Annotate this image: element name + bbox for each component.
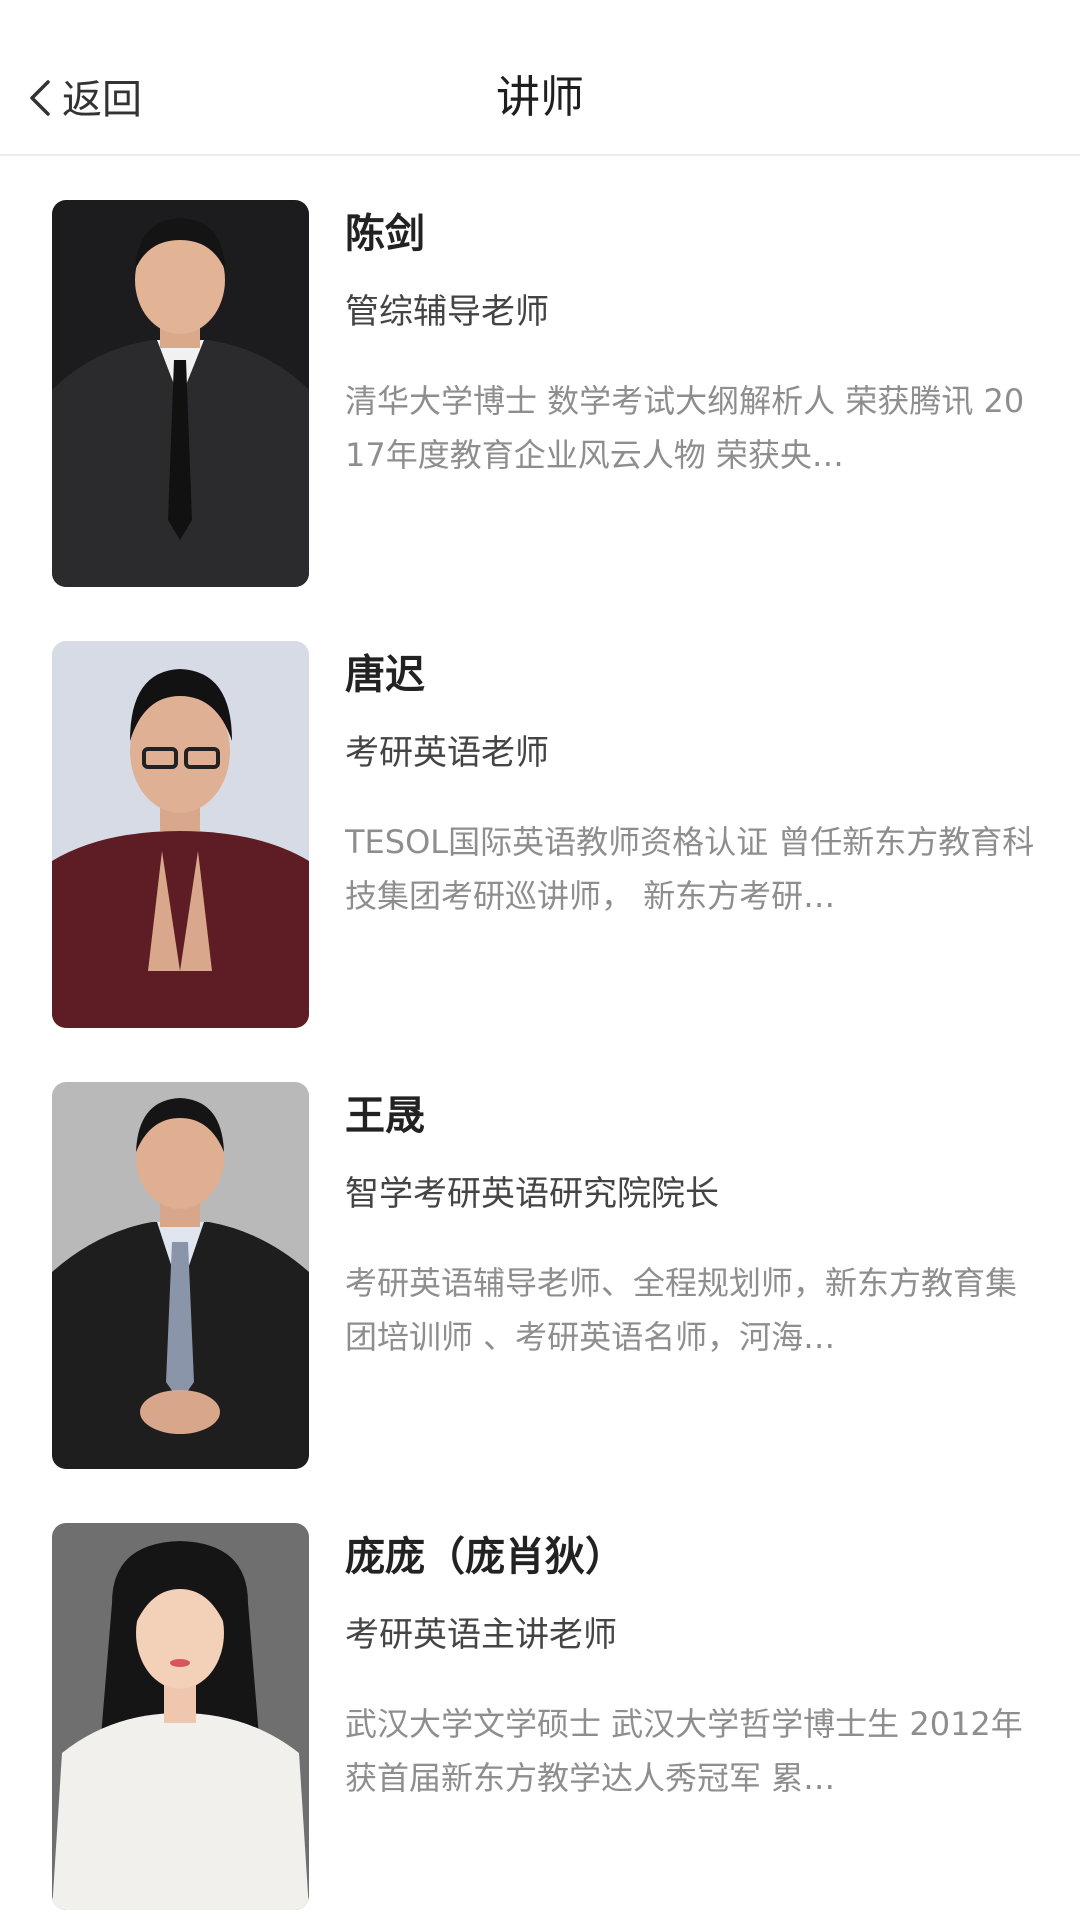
teacher-info: 陈剑 管综辅导老师 清华大学博士 数学考试大纲解析人 荣获腾讯 2017年度教育… — [345, 206, 1035, 482]
nav-header: 返回 讲师 — [0, 0, 1080, 156]
teacher-card[interactable]: 庞庞（庞肖狄） 考研英语主讲老师 武汉大学文学硕士 武汉大学哲学博士生 2012… — [0, 1479, 1080, 1920]
teacher-photo — [52, 1523, 309, 1910]
teacher-bio: 清华大学博士 数学考试大纲解析人 荣获腾讯 2017年度教育企业风云人物 荣获央… — [345, 382, 1025, 474]
teacher-info: 庞庞（庞肖狄） 考研英语主讲老师 武汉大学文学硕士 武汉大学哲学博士生 2012… — [345, 1529, 1035, 1805]
teacher-name: 王晟 — [345, 1093, 425, 1139]
teachers-screen: 返回 讲师 陈剑 管综辅导老师 清华大学博士 数学考试大纲解析人 荣获腾讯 20… — [0, 0, 1080, 1920]
teacher-photo — [52, 1082, 309, 1469]
page-title: 讲师 — [496, 72, 584, 123]
teacher-role: 管综辅导老师 — [345, 292, 549, 332]
teacher-bio: TESOL国际英语教师资格认证 曾任新东方教育科技集团考研巡讲师， 新东方考研… — [345, 823, 1035, 915]
teacher-role: 考研英语老师 — [345, 733, 549, 773]
teacher-bio: 武汉大学文学硕士 武汉大学哲学博士生 2012年获首届新东方教学达人秀冠军 累… — [345, 1705, 1023, 1797]
teacher-photo — [52, 200, 309, 587]
teacher-name: 庞庞（庞肖狄） — [345, 1534, 625, 1580]
teacher-info: 王晟 智学考研英语研究院院长 考研英语辅导老师、全程规划师，新东方教育集团培训师… — [345, 1088, 1035, 1364]
teacher-role: 智学考研英语研究院院长 — [345, 1174, 719, 1214]
teacher-list: 陈剑 管综辅导老师 清华大学博士 数学考试大纲解析人 荣获腾讯 2017年度教育… — [0, 156, 1080, 1920]
teacher-name: 唐迟 — [345, 652, 425, 698]
teacher-name: 陈剑 — [345, 211, 425, 257]
teacher-card[interactable]: 唐迟 考研英语老师 TESOL国际英语教师资格认证 曾任新东方教育科技集团考研巡… — [0, 597, 1080, 1038]
teacher-card[interactable]: 陈剑 管综辅导老师 清华大学博士 数学考试大纲解析人 荣获腾讯 2017年度教育… — [0, 156, 1080, 597]
teacher-info: 唐迟 考研英语老师 TESOL国际英语教师资格认证 曾任新东方教育科技集团考研巡… — [345, 647, 1035, 923]
teacher-photo — [52, 641, 309, 1028]
teacher-role: 考研英语主讲老师 — [345, 1615, 617, 1655]
teacher-bio: 考研英语辅导老师、全程规划师，新东方教育集团培训师 、考研英语名师，河海… — [345, 1264, 1018, 1356]
teacher-card[interactable]: 王晟 智学考研英语研究院院长 考研英语辅导老师、全程规划师，新东方教育集团培训师… — [0, 1038, 1080, 1479]
